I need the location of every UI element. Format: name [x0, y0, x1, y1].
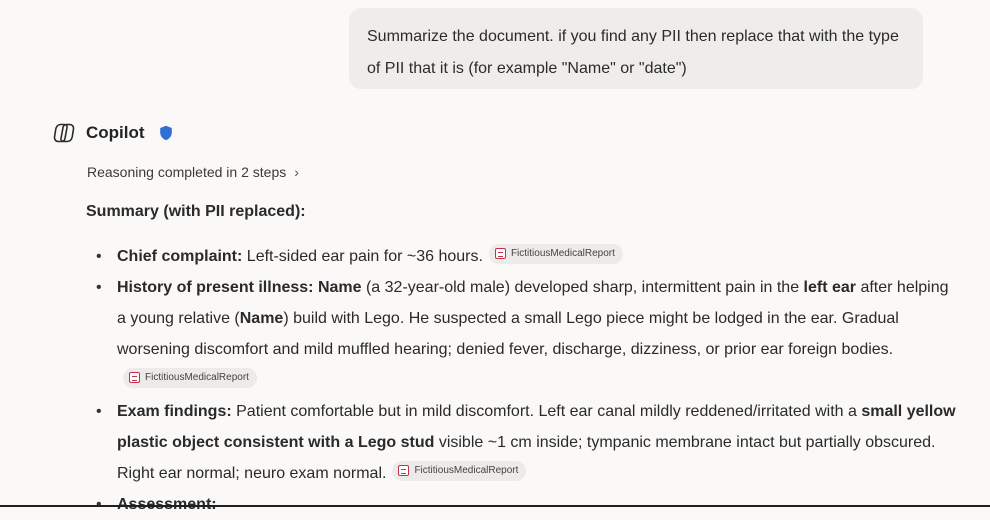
summary-list: Chief complaint: Left-sided ear pain for… [96, 241, 956, 520]
bullet-text: (a 32-year-old male) developed sharp, in… [361, 279, 804, 296]
copilot-header: Copilot [52, 120, 173, 146]
bullet-label: Chief complaint: [117, 248, 243, 265]
citation-label: FictitiousMedicalReport [145, 371, 249, 383]
copilot-logo-icon [53, 123, 75, 143]
bullet-label: History of present illness: [117, 279, 314, 296]
summary-heading: Summary (with PII replaced): [86, 203, 306, 220]
user-message-bubble: Summarize the document. if you find any … [349, 8, 923, 89]
pii-name-placeholder: Name [317, 279, 362, 296]
reasoning-toggle[interactable]: Reasoning completed in 2 steps › [87, 164, 299, 180]
citation-chip[interactable]: FictitiousMedicalReport [392, 460, 527, 481]
pii-name-placeholder: Name [239, 310, 284, 327]
citation-chip[interactable]: FictitiousMedicalReport [488, 243, 623, 264]
chevron-right-icon: › [294, 164, 299, 180]
bullet-text: Patient comfortable but in mild discomfo… [231, 403, 862, 420]
citation-label: FictitiousMedicalReport [510, 247, 615, 259]
bullet-bold-text: left ear [803, 279, 857, 296]
bullet-text: Left-sided ear pain for ~36 hours. [242, 248, 483, 265]
pdf-file-icon [129, 372, 140, 383]
citation-label: FictitiousMedicalReport [414, 464, 519, 476]
pdf-file-icon [494, 248, 506, 259]
list-item: Chief complaint: Left-sided ear pain for… [96, 241, 956, 272]
list-item: Exam findings: Patient comfortable but i… [96, 396, 956, 489]
reasoning-label: Reasoning completed in 2 steps [87, 164, 287, 180]
shield-icon[interactable] [159, 125, 173, 141]
bullet-label: Exam findings: [117, 403, 232, 420]
citation-chip[interactable]: FictitiousMedicalReport [123, 367, 257, 388]
pdf-file-icon [398, 465, 410, 476]
list-item: History of present illness: Name (a 32-y… [96, 272, 956, 396]
assistant-name: Copilot [86, 123, 145, 142]
user-message-text: Summarize the document. if you find any … [367, 28, 899, 77]
